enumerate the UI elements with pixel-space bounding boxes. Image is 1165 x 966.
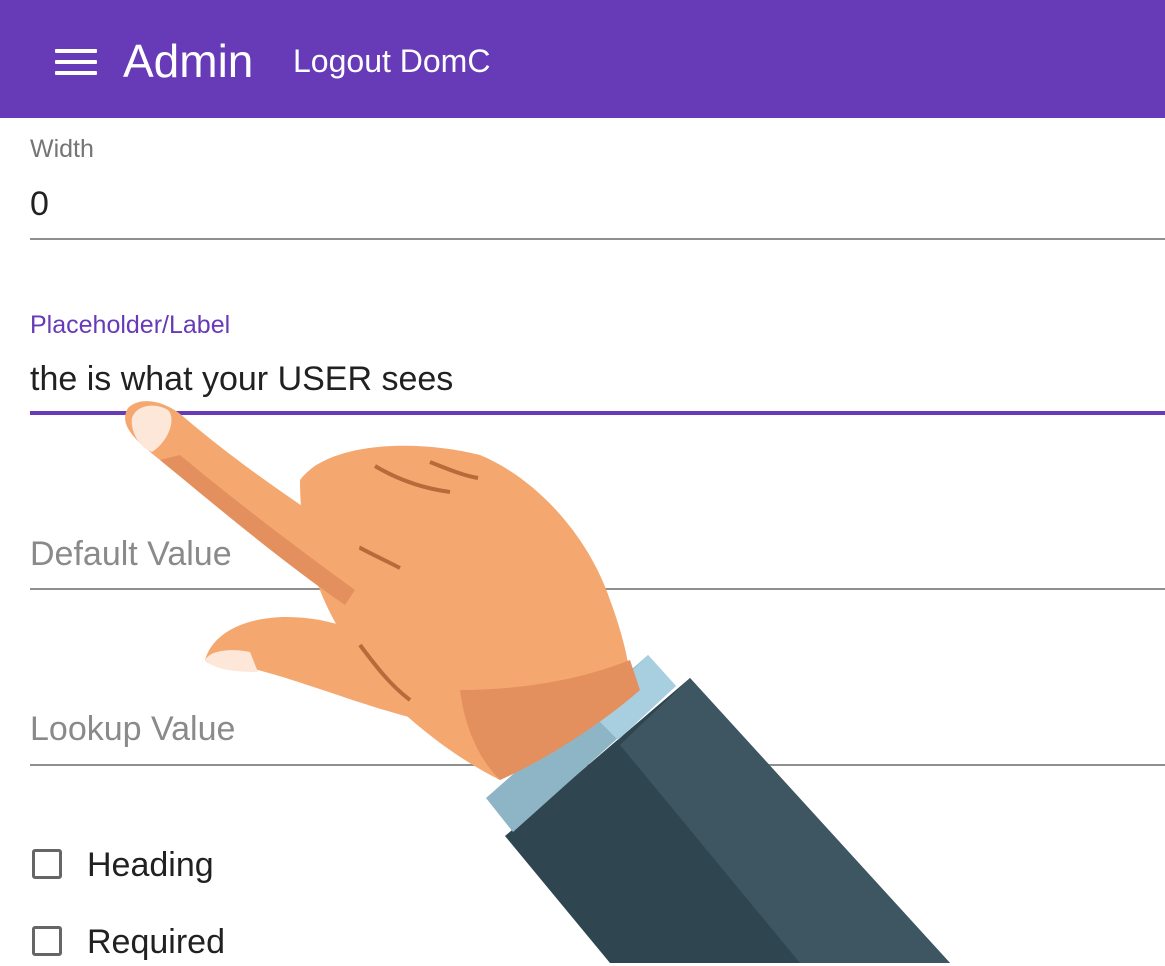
heading-checkbox-row[interactable]: Heading [30, 845, 290, 889]
required-checkbox[interactable] [32, 926, 62, 956]
hamburger-menu-icon[interactable] [53, 46, 99, 78]
width-input-value[interactable]: 0 [30, 184, 49, 224]
default-value-placeholder[interactable]: Default Value [30, 534, 232, 574]
app-title: Admin [123, 35, 254, 87]
width-label: Width [30, 135, 94, 163]
required-checkbox-label[interactable]: Required [87, 922, 225, 962]
placeholder-label-input-value[interactable]: the is what your USER sees [30, 359, 453, 399]
placeholder-label-label: Placeholder/Label [30, 311, 231, 339]
heading-checkbox-label[interactable]: Heading [87, 845, 214, 885]
width-underline [30, 238, 1165, 240]
heading-checkbox[interactable] [32, 849, 62, 879]
placeholder-label-underline [30, 411, 1165, 415]
default-value-field[interactable]: Default Value [30, 530, 1165, 594]
lookup-value-placeholder[interactable]: Lookup Value [30, 709, 235, 749]
logout-link[interactable]: Logout DomC [293, 42, 490, 80]
default-value-underline [30, 588, 1165, 590]
width-field[interactable]: Width 0 [30, 134, 1165, 242]
placeholder-label-field[interactable]: Placeholder/Label the is what your USER … [30, 310, 1165, 420]
lookup-value-underline [30, 764, 1165, 766]
required-checkbox-row[interactable]: Required [30, 922, 290, 966]
lookup-value-field[interactable]: Lookup Value [30, 706, 1165, 770]
app-toolbar: Admin Logout DomC [0, 0, 1165, 118]
